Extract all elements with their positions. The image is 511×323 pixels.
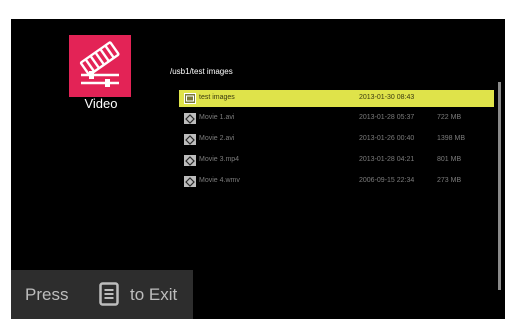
video-file-icon xyxy=(184,176,196,187)
list-item[interactable]: Movie 2.avi 2013-01-26 00:40 1398 MB xyxy=(179,131,494,148)
file-date: 2013-01-28 04:21 xyxy=(359,156,415,163)
current-path: /usb1/test images xyxy=(170,67,233,76)
list-item[interactable]: Movie 1.avi 2013-01-28 05:37 722 MB xyxy=(179,110,494,127)
exit-hint-bar: Press to Exit xyxy=(11,270,193,319)
file-date: 2013-01-28 05:37 xyxy=(359,114,415,121)
file-name: Movie 2.avi xyxy=(199,135,235,142)
app-label: Video xyxy=(84,96,118,111)
file-date: 2013-01-30 08:43 xyxy=(359,94,415,101)
list-item[interactable]: Movie 4.wmv 2006-09-15 22:34 273 MB xyxy=(179,173,494,190)
file-name: Movie 4.wmv xyxy=(199,177,240,184)
file-size: 273 MB xyxy=(437,177,462,184)
folder-icon xyxy=(184,93,196,104)
file-name: test images xyxy=(199,94,235,101)
file-size: 722 MB xyxy=(437,114,462,121)
video-file-icon xyxy=(184,134,196,145)
file-name: Movie 3.mp4 xyxy=(199,156,240,163)
file-size: 801 MB xyxy=(437,156,462,163)
tv-screen: Video /usb1/test images test images 2013… xyxy=(11,19,505,319)
video-file-icon xyxy=(184,113,196,124)
list-item[interactable]: Movie 3.mp4 2013-01-28 04:21 801 MB xyxy=(179,152,494,169)
file-name: Movie 1.avi xyxy=(199,114,235,121)
exit-label: to Exit xyxy=(130,285,178,304)
press-label: Press xyxy=(25,285,69,304)
film-edit-icon xyxy=(79,41,120,87)
file-date: 2013-01-26 00:40 xyxy=(359,135,415,142)
document-icon xyxy=(99,282,119,306)
video-app-tile xyxy=(69,35,131,97)
video-file-icon xyxy=(184,155,196,166)
file-date: 2006-09-15 22:34 xyxy=(359,177,415,184)
file-size: 1398 MB xyxy=(437,135,466,142)
scrollbar[interactable] xyxy=(498,82,501,290)
list-item[interactable]: test images 2013-01-30 08:43 xyxy=(179,90,494,107)
